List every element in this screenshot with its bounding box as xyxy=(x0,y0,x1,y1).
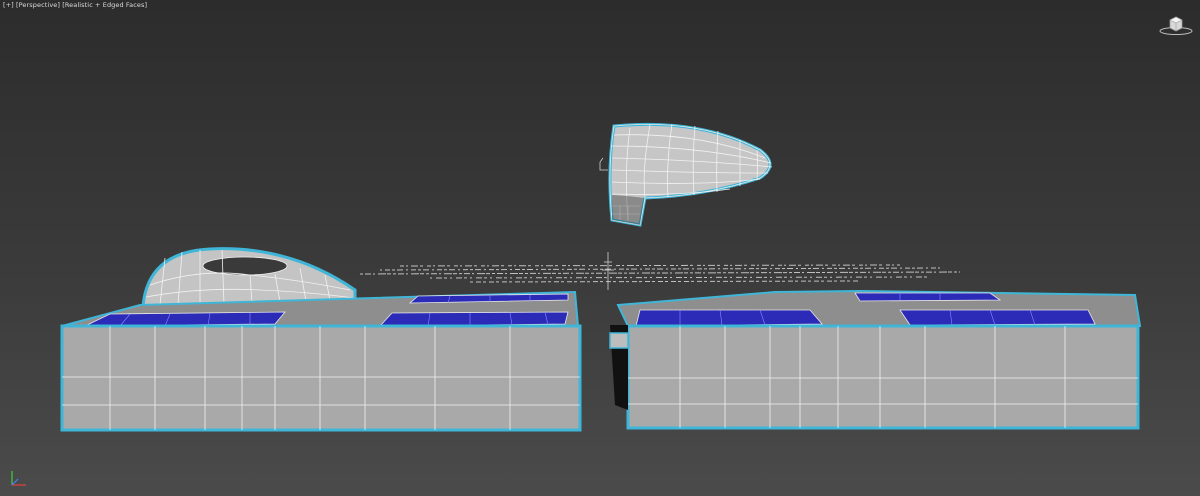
right-building-block[interactable] xyxy=(609,289,1142,430)
left-building-block[interactable] xyxy=(60,247,582,432)
world-axis-icon xyxy=(11,471,26,486)
center-pivot-gizmo-icon xyxy=(602,252,614,290)
viewcube-icon[interactable] xyxy=(1158,14,1194,36)
pivot-gizmo-icon xyxy=(599,157,608,171)
distant-geometry-strip xyxy=(359,264,961,283)
nose-cone-object[interactable] xyxy=(608,122,773,227)
perspective-viewport[interactable]: [+] [Perspective] [Realistic + Edged Fac… xyxy=(0,0,1200,496)
scene-canvas[interactable] xyxy=(0,0,1200,496)
